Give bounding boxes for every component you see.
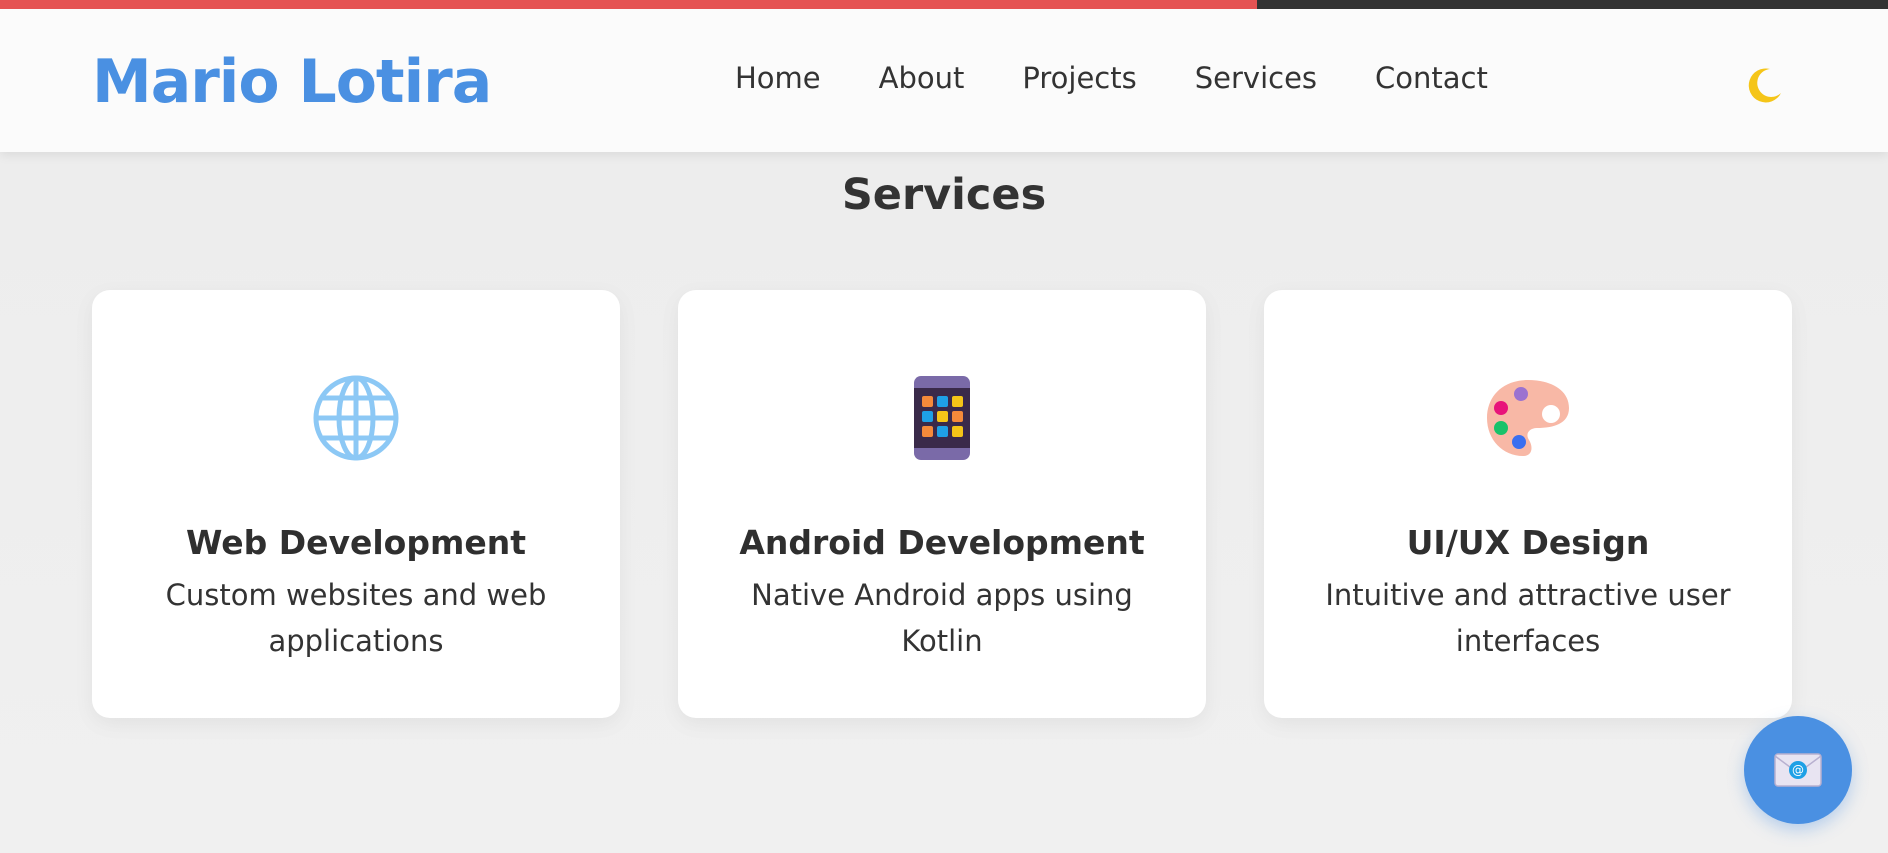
service-title: Android Development xyxy=(739,523,1145,562)
service-title: UI/UX Design xyxy=(1406,523,1650,562)
page: Mario Lotira Home About Projects Service… xyxy=(0,0,1888,853)
envelope-icon: @ xyxy=(1774,753,1822,787)
nav-services[interactable]: Services xyxy=(1195,61,1317,95)
main-nav: Home About Projects Services Contact xyxy=(735,61,1488,95)
nav-home[interactable]: Home xyxy=(735,61,821,95)
service-description: Intuitive and attractive user interfaces xyxy=(1325,578,1731,658)
artist-palette-icon xyxy=(1483,373,1573,463)
service-card-android: Android Development Native Android apps … xyxy=(678,290,1206,718)
scroll-progress-bar xyxy=(0,0,1888,9)
service-card-design: UI/UX Design Intuitive and attractive us… xyxy=(1264,290,1792,718)
contact-email-button[interactable]: @ xyxy=(1744,716,1852,824)
service-title: Web Development xyxy=(185,523,527,562)
theme-toggle-button[interactable] xyxy=(1738,59,1790,111)
globe-icon xyxy=(311,373,401,463)
mobile-phone-icon xyxy=(897,373,987,463)
service-card-web: Web Development Custom websites and web … xyxy=(92,290,620,718)
nav-about[interactable]: About xyxy=(879,61,965,95)
crescent-moon-icon xyxy=(1748,68,1781,103)
service-description: Custom websites and web applications xyxy=(165,578,547,658)
site-logo[interactable]: Mario Lotira xyxy=(92,47,492,117)
services-cards: Web Development Custom websites and web … xyxy=(92,290,1792,718)
nav-projects[interactable]: Projects xyxy=(1022,61,1136,95)
service-description: Native Android apps using Kotlin xyxy=(751,578,1133,658)
section-title: Services xyxy=(841,170,1047,220)
nav-contact[interactable]: Contact xyxy=(1375,61,1488,95)
site-header: Mario Lotira Home About Projects Service… xyxy=(0,9,1888,152)
svg-text:@: @ xyxy=(1792,763,1804,777)
scroll-progress-fill xyxy=(0,0,1258,9)
